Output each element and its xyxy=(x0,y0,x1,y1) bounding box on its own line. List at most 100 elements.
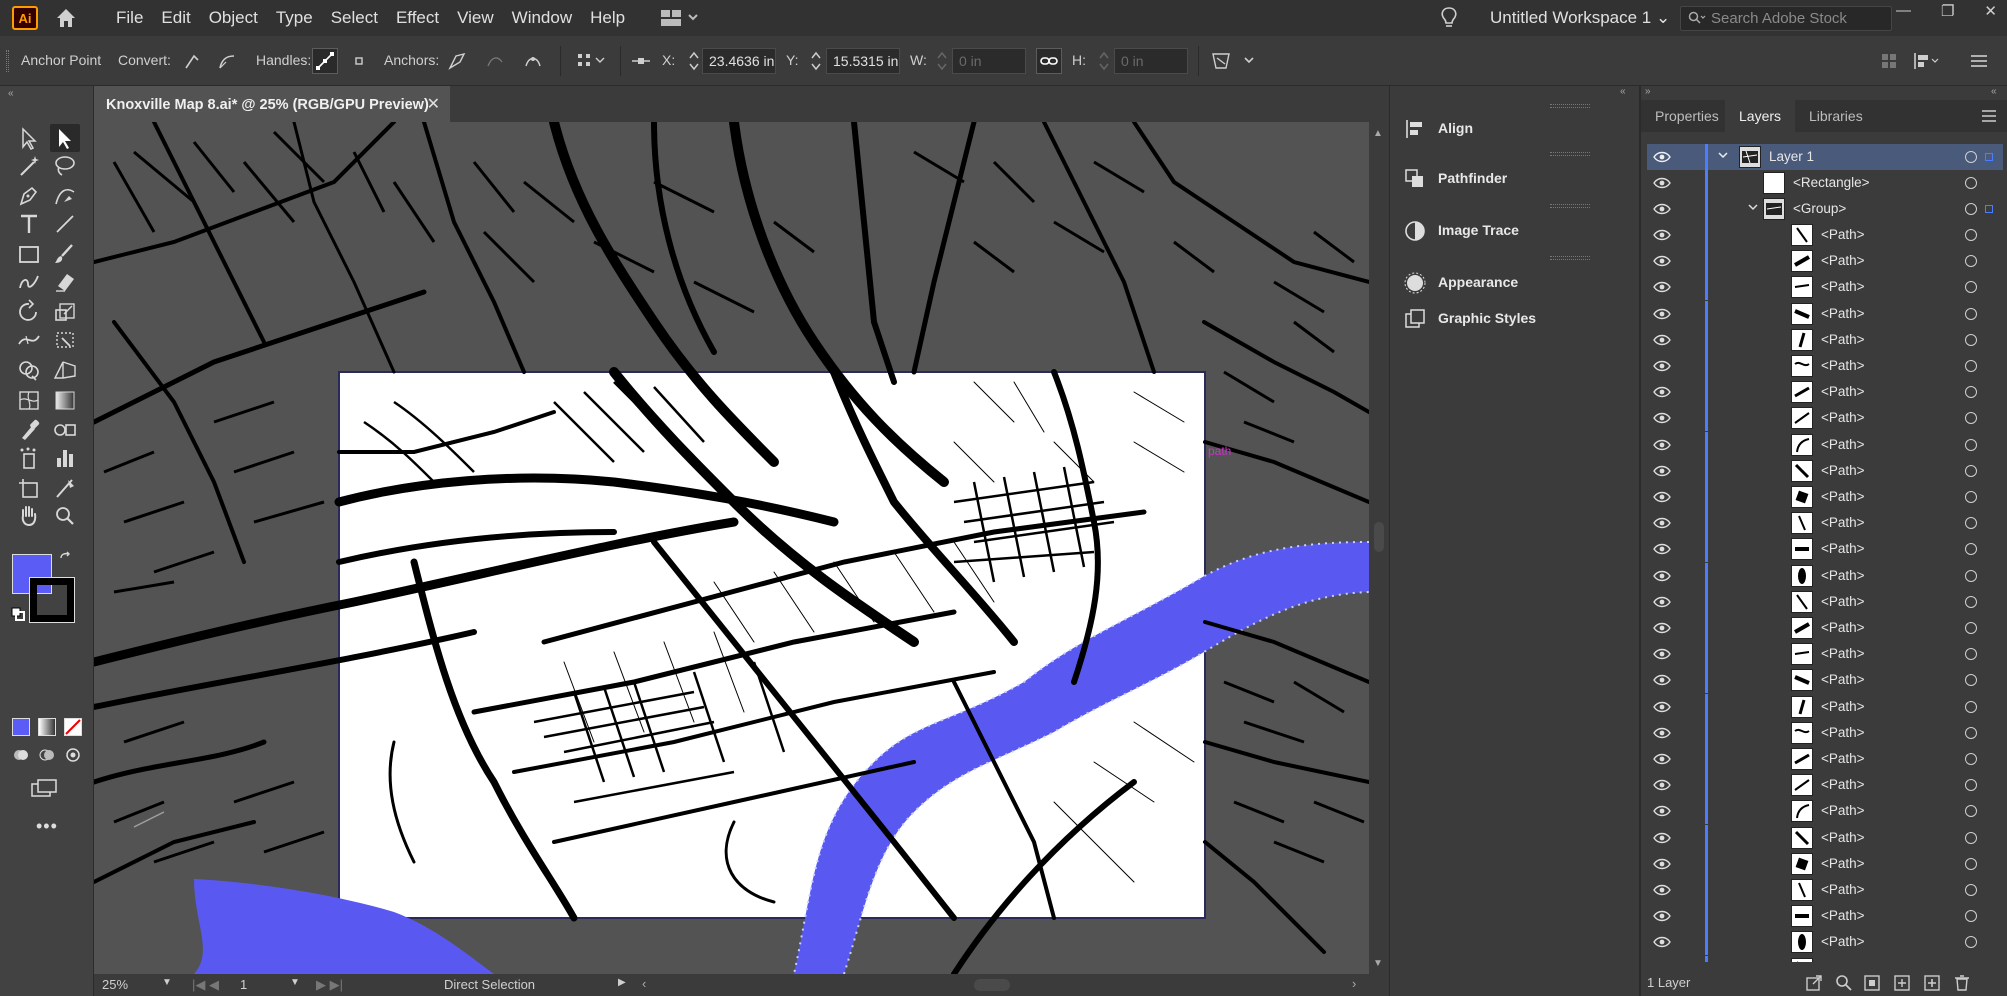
shape-builder-tool-icon[interactable] xyxy=(14,356,44,384)
line-segment-tool-icon[interactable] xyxy=(50,210,80,238)
maximize-button[interactable]: ❐ xyxy=(1941,2,1954,20)
width-tool-icon[interactable] xyxy=(14,326,44,354)
h-field[interactable]: 0 in xyxy=(1114,48,1188,74)
chevron-down-icon[interactable] xyxy=(1242,53,1256,70)
target-circle-icon[interactable] xyxy=(1965,307,1977,320)
visibility-eye-icon[interactable] xyxy=(1653,439,1671,451)
target-circle-icon[interactable] xyxy=(1965,831,1977,844)
convert-to-corner-icon[interactable] xyxy=(178,48,204,74)
direct-selection-tool-icon[interactable] xyxy=(50,124,80,152)
menu-object[interactable]: Object xyxy=(209,8,258,28)
visibility-eye-icon[interactable] xyxy=(1653,701,1671,713)
color-mode-icon[interactable] xyxy=(12,718,30,736)
graphic-styles-panel-button[interactable]: Graphic Styles xyxy=(1390,298,1640,338)
hide-handles-icon[interactable] xyxy=(346,48,372,74)
target-circle-icon[interactable] xyxy=(1965,177,1977,189)
tab-libraries[interactable]: Libraries xyxy=(1795,100,1877,132)
curvature-tool-icon[interactable] xyxy=(50,182,80,210)
path-row[interactable]: <Path> xyxy=(1647,353,2003,379)
vertical-scroll-thumb[interactable] xyxy=(1374,522,1384,552)
locate-object-icon[interactable] xyxy=(1835,974,1853,995)
zoom-level[interactable]: 25% xyxy=(102,977,128,992)
document-tab[interactable]: Knoxville Map 8.ai* @ 25% (RGB/GPU Previ… xyxy=(94,86,450,122)
scale-tool-icon[interactable] xyxy=(50,298,80,326)
zoom-dropdown-icon[interactable]: ▼ xyxy=(162,977,172,988)
magic-wand-tool-icon[interactable] xyxy=(14,152,44,180)
selection-tool-icon[interactable] xyxy=(14,124,44,152)
constrain-proportions-icon[interactable] xyxy=(1036,48,1062,74)
make-clipping-mask-icon[interactable] xyxy=(1863,974,1881,995)
path-row[interactable]: <Path> xyxy=(1647,222,2003,248)
canvas[interactable]: path xyxy=(94,122,1369,974)
column-graph-tool-icon[interactable] xyxy=(50,444,80,472)
target-circle-icon[interactable] xyxy=(1965,726,1977,739)
path-row[interactable]: <Path> xyxy=(1647,719,2003,746)
image-trace-panel-button[interactable]: Image Trace xyxy=(1390,210,1640,250)
target-circle-icon[interactable] xyxy=(1965,517,1977,530)
visibility-eye-icon[interactable] xyxy=(1653,229,1671,241)
layer-row[interactable]: <Rectangle> xyxy=(1647,170,2003,196)
visibility-eye-icon[interactable] xyxy=(1653,465,1671,477)
visibility-eye-icon[interactable] xyxy=(1653,570,1671,582)
target-circle-icon[interactable] xyxy=(1965,412,1977,425)
visibility-eye-icon[interactable] xyxy=(1653,910,1671,922)
minimize-button[interactable]: — xyxy=(1896,2,1911,20)
target-circle-icon[interactable] xyxy=(1965,255,1977,268)
path-row[interactable]: <Path> xyxy=(1647,457,2003,484)
visibility-eye-icon[interactable] xyxy=(1653,281,1671,293)
target-circle-icon[interactable] xyxy=(1965,700,1977,713)
path-row[interactable]: <Path> xyxy=(1647,274,2003,301)
visibility-eye-icon[interactable] xyxy=(1653,622,1671,634)
artboard-number[interactable]: 1 xyxy=(240,977,247,992)
artboard-tool-icon[interactable] xyxy=(14,474,44,502)
visibility-eye-icon[interactable] xyxy=(1653,753,1671,765)
target-circle-icon[interactable] xyxy=(1965,229,1977,241)
tab-layers[interactable]: Layers xyxy=(1725,100,1796,132)
close-window-button[interactable]: ✕ xyxy=(1984,2,1997,20)
remove-anchor-icon[interactable] xyxy=(444,48,470,74)
visibility-eye-icon[interactable] xyxy=(1653,386,1671,398)
target-circle-icon[interactable] xyxy=(1965,281,1977,294)
path-row[interactable]: <Path> xyxy=(1647,588,2003,615)
draw-normal-icon[interactable] xyxy=(12,746,30,768)
vertical-scrollbar[interactable]: ▲ ▼ xyxy=(1369,122,1389,974)
tab-properties[interactable]: Properties xyxy=(1641,100,1733,132)
menu-type[interactable]: Type xyxy=(276,8,313,28)
menu-window[interactable]: Window xyxy=(512,8,572,28)
scroll-up-icon[interactable]: ▲ xyxy=(1373,128,1383,139)
type-tool-icon[interactable] xyxy=(14,210,44,238)
map-artwork[interactable]: path xyxy=(94,122,1369,974)
target-circle-icon[interactable] xyxy=(1965,936,1977,949)
y-field[interactable]: 15.5315 in xyxy=(826,48,900,74)
path-row[interactable]: <Path> xyxy=(1647,510,2003,537)
path-row[interactable]: <Path> xyxy=(1647,536,2003,563)
path-row[interactable]: <Path> xyxy=(1647,824,2003,851)
visibility-eye-icon[interactable] xyxy=(1653,596,1671,608)
collect-for-export-icon[interactable] xyxy=(1805,974,1823,995)
create-sublayer-icon[interactable] xyxy=(1893,974,1911,995)
x-field[interactable]: 23.4636 in xyxy=(702,48,776,74)
visibility-eye-icon[interactable] xyxy=(1653,779,1671,791)
visibility-eye-icon[interactable] xyxy=(1653,308,1671,320)
default-fill-stroke-icon[interactable] xyxy=(10,606,26,626)
close-tab-icon[interactable]: ✕ xyxy=(427,88,440,122)
mesh-tool-icon[interactable] xyxy=(14,386,44,414)
align-options-icon[interactable] xyxy=(574,48,605,74)
edit-toolbar-icon[interactable]: ••• xyxy=(36,816,58,837)
target-circle-icon[interactable] xyxy=(1965,805,1977,818)
artboard-nav-first-icon[interactable]: |◀ ◀ xyxy=(192,977,219,993)
path-row[interactable]: <Path> xyxy=(1647,667,2003,694)
symbol-sprayer-tool-icon[interactable] xyxy=(14,444,44,472)
y-stepper-icon[interactable] xyxy=(810,49,822,76)
reference-point-icon[interactable] xyxy=(628,48,654,74)
gradient-mode-icon[interactable] xyxy=(38,718,56,736)
scroll-left-icon[interactable]: ‹ xyxy=(642,976,646,991)
paintbrush-tool-icon[interactable] xyxy=(50,240,80,268)
status-menu-icon[interactable]: ▶ xyxy=(618,977,626,988)
pen-tool-icon[interactable] xyxy=(14,182,44,210)
none-mode-icon[interactable] xyxy=(64,718,82,740)
path-row[interactable]: <Path> xyxy=(1647,746,2003,772)
target-circle-icon[interactable] xyxy=(1965,151,1977,163)
perspective-grid-tool-icon[interactable] xyxy=(50,356,80,384)
visibility-eye-icon[interactable] xyxy=(1653,334,1671,346)
